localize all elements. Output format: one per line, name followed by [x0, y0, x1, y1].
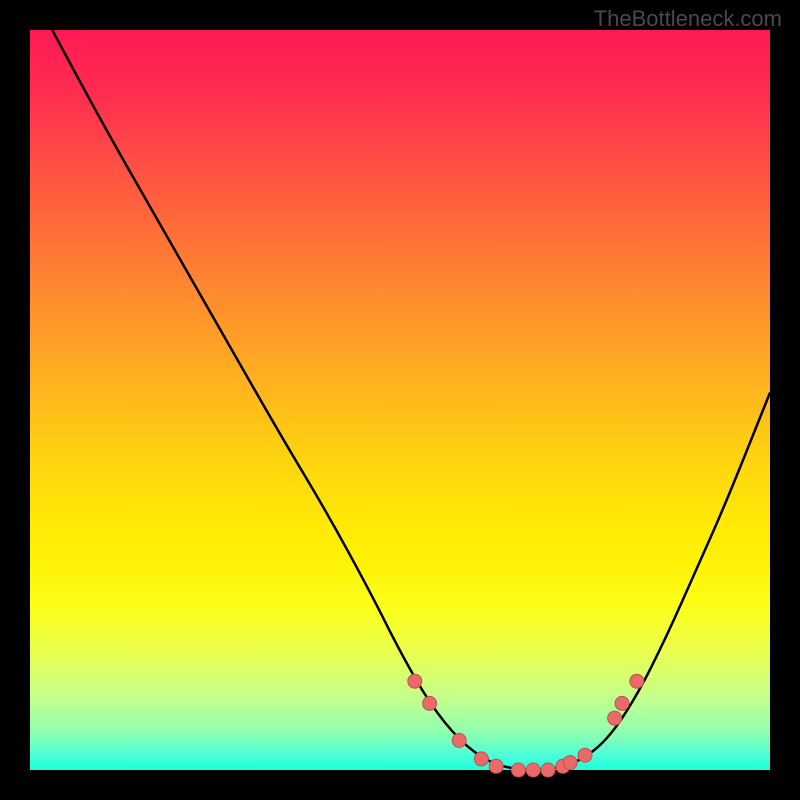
watermark-text: TheBottleneck.com	[594, 6, 782, 32]
marker-point	[563, 756, 577, 770]
marker-point	[526, 763, 540, 777]
chart-plot-area	[30, 30, 770, 770]
marker-point	[615, 696, 629, 710]
marker-point	[608, 711, 622, 725]
highlight-markers	[408, 674, 644, 777]
marker-point	[423, 696, 437, 710]
marker-point	[630, 674, 644, 688]
marker-point	[474, 752, 488, 766]
bottleneck-curve-svg	[30, 30, 770, 770]
marker-point	[452, 733, 466, 747]
bottleneck-curve-line	[52, 30, 770, 770]
marker-point	[541, 763, 555, 777]
marker-point	[408, 674, 422, 688]
marker-point	[578, 748, 592, 762]
marker-point	[489, 759, 503, 773]
marker-point	[511, 763, 525, 777]
